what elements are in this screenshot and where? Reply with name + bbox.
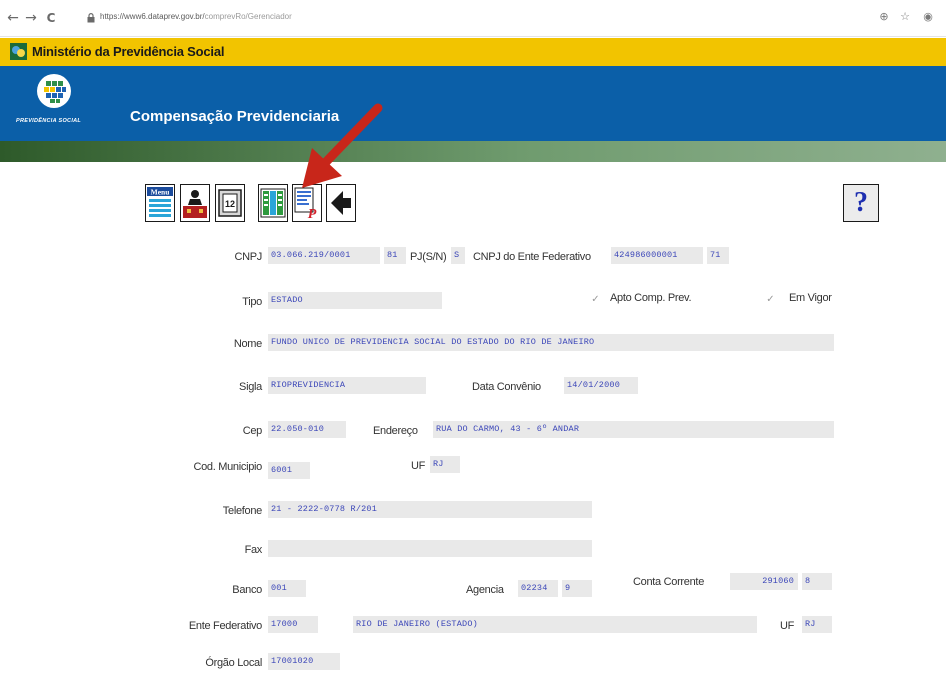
star-icon[interactable]: ☆ [899, 11, 911, 23]
fax-field[interactable] [268, 540, 592, 557]
conta-corrente-dv-field[interactable]: 8 [802, 573, 832, 590]
banco-field[interactable]: 001 [268, 580, 306, 597]
conta-corrente-label: Conta Corrente [633, 576, 705, 588]
uf-label: UF [411, 460, 426, 472]
reload-icon[interactable]: C [44, 11, 58, 25]
cnpj-label: CNPJ [234, 251, 262, 263]
fax-label: Fax [244, 544, 263, 556]
menu-button[interactable]: Menu [145, 184, 175, 222]
ente-code-field[interactable]: 17000 [268, 616, 318, 633]
svg-text:P: P [308, 207, 317, 221]
sigla-field[interactable]: RIOPREVIDENCIA [268, 377, 426, 394]
ministry-logo-icon [10, 43, 27, 60]
nome-label: Nome [233, 338, 262, 350]
nome-field[interactable]: FUNDO UNICO DE PREVIDENCIA SOCIAL DO EST… [268, 334, 834, 351]
zoom-icon[interactable]: ⊕ [878, 11, 890, 23]
cod-municipio-label: Cod. Municipio [193, 461, 262, 473]
telefone-field[interactable]: 21 - 2222-0778 R/201 [268, 501, 592, 518]
data-convenio-field[interactable]: 14/01/2000 [564, 377, 638, 394]
pj-field[interactable]: S [451, 247, 465, 264]
cnpj-ente-field[interactable]: 424986000001 [611, 247, 703, 264]
uf-field[interactable]: RJ [430, 456, 460, 473]
apto-label: Apto Comp. Prev. [610, 292, 692, 304]
data-convenio-label: Data Convênio [472, 381, 541, 393]
agencia-dv-field[interactable]: 9 [562, 580, 592, 597]
header-banner [0, 66, 946, 141]
em-vigor-checkbox[interactable]: ✓ [765, 294, 776, 305]
back-icon[interactable]: ← [6, 11, 20, 25]
agencia-label: Agencia [466, 584, 504, 596]
lock-icon [87, 13, 95, 23]
orgao-local-field[interactable]: 17001020 [268, 653, 340, 670]
ente-federativo-label: Ente Federativo [188, 620, 262, 632]
cnpj-dv-field[interactable]: 81 [384, 247, 406, 264]
menu-icon: Menu [147, 187, 173, 217]
uf2-field[interactable]: RJ [802, 616, 832, 633]
account-icon[interactable]: ◉ [922, 11, 934, 23]
endereco-field[interactable]: RUA DO CARMO, 43 - 6º ANDAR [433, 421, 834, 438]
agencia-field[interactable]: 02234 [518, 580, 558, 597]
url-path: comprevRo/Gerenciador [204, 12, 292, 21]
cnpj-field[interactable]: 03.066.219/0001 [268, 247, 380, 264]
grid-icon [260, 188, 286, 218]
cnpj-ente-dv-field[interactable]: 71 [707, 247, 729, 264]
cnpj-ente-label: CNPJ do Ente Federativo [473, 251, 591, 263]
grid-button[interactable] [258, 184, 288, 222]
svg-text:12: 12 [225, 199, 235, 209]
user-icon [183, 190, 207, 218]
previdencia-logo-caption: PREVIDÊNCIA SOCIAL [16, 118, 82, 124]
forward-icon[interactable]: → [24, 11, 38, 25]
cep-field[interactable]: 22.050-010 [268, 421, 346, 438]
calculator-icon: 12 [218, 189, 242, 217]
previdencia-logo-icon [37, 74, 71, 108]
address-bar[interactable]: https://www6.dataprev.gov.br/comprevRo/G… [100, 12, 292, 21]
uf2-label: UF [780, 620, 795, 632]
endereco-label: Endereço [373, 425, 418, 437]
calculator-button[interactable]: 12 [215, 184, 245, 222]
browser-toolbar: ← → C https://www6.dataprev.gov.br/compr… [0, 0, 946, 37]
ente-name-field[interactable]: RIO DE JANEIRO (ESTADO) [353, 616, 757, 633]
green-band [0, 141, 946, 162]
telefone-label: Telefone [222, 505, 263, 517]
tipo-field[interactable]: ESTADO [268, 292, 442, 309]
svg-text:Menu: Menu [151, 188, 170, 197]
sigla-label: Sigla [239, 381, 262, 393]
help-button[interactable]: ? [843, 184, 879, 222]
cep-label: Cep [242, 425, 263, 437]
user-button[interactable] [180, 184, 210, 222]
em-vigor-label: Em Vigor [789, 292, 832, 304]
orgao-local-label: Órgão Local [205, 657, 262, 669]
apto-checkbox[interactable]: ✓ [590, 294, 601, 305]
conta-corrente-field[interactable]: 291060 [730, 573, 798, 590]
banco-label: Banco [232, 584, 262, 596]
tipo-label: Tipo [242, 296, 262, 308]
cod-municipio-field[interactable]: 6001 [268, 462, 310, 479]
url-host: https://www6.dataprev.gov.br/ [100, 12, 205, 21]
red-arrow-annotation [302, 103, 383, 188]
ministry-title: Ministério da Previdência Social [32, 44, 225, 59]
pj-label: PJ(S/N) [410, 251, 447, 263]
